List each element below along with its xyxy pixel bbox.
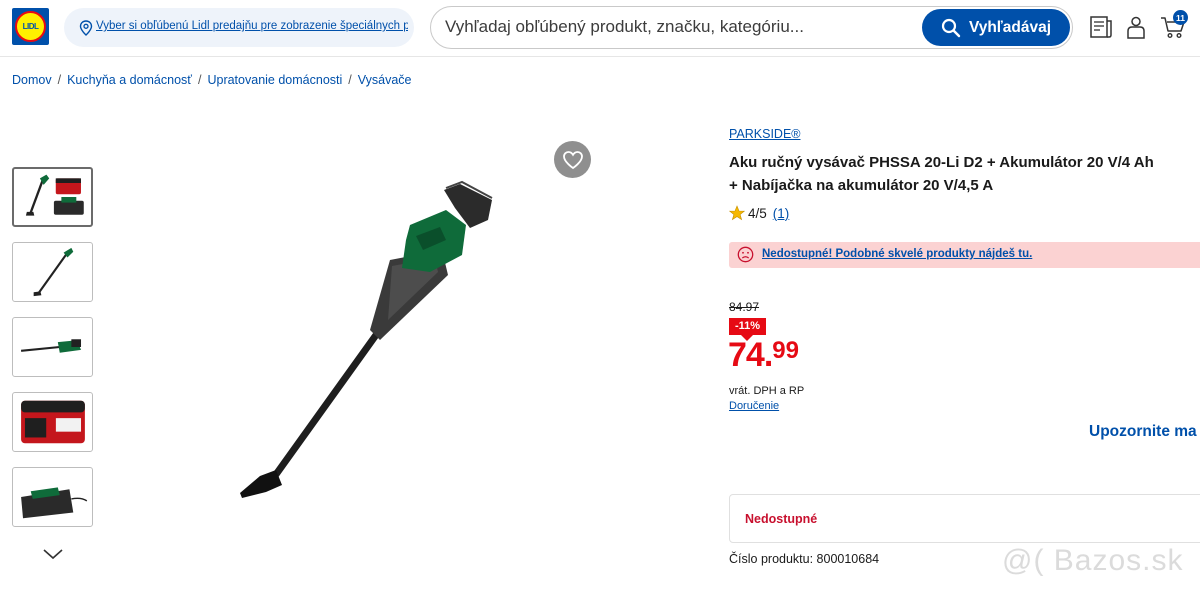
star-icon [729, 205, 745, 221]
chevron-down-icon[interactable] [42, 548, 64, 560]
review-count-link[interactable]: (1) [773, 206, 790, 221]
price-decimal: 99 [772, 337, 799, 364]
search-bar: Vyhľadávaj [430, 6, 1073, 49]
search-input[interactable] [445, 8, 915, 46]
vat-note: vrát. DPH a RP [729, 385, 805, 397]
availability-box: Nedostupné [729, 494, 1200, 543]
store-selector-label: Vyber si obľúbenú Lidl predajňu pre zobr… [96, 20, 408, 32]
breadcrumb-separator: / [57, 73, 62, 87]
wishlist-button[interactable] [554, 141, 591, 178]
heart-icon [562, 150, 583, 169]
vacuum-set-image [25, 174, 84, 216]
sad-face-icon [737, 246, 754, 263]
breadcrumb-cleaning[interactable]: Upratovanie domácnosti [207, 73, 342, 87]
product-title-line1: Aku ručný vysávač PHSSA 20-Li D2 + Akumu… [729, 154, 1154, 171]
logo-text: LIDL [22, 22, 39, 31]
similar-products-link[interactable]: Nedostupné! Podobné skvelé produkty nájd… [762, 248, 1032, 260]
unavailable-alert: Nedostupné! Podobné skvelé produkty nájd… [729, 242, 1200, 268]
lidl-logo[interactable]: LIDL [12, 8, 49, 45]
breadcrumb-vacuums[interactable]: Vysávače [358, 73, 412, 87]
cart-button[interactable]: 11 [1160, 10, 1188, 40]
search-icon [941, 18, 961, 37]
product-number: Číslo produktu: 800010684 [729, 552, 880, 566]
breadcrumb-home[interactable]: Domov [12, 73, 52, 87]
delivery-link[interactable]: Doručenie [729, 400, 779, 412]
breadcrumb-separator: / [348, 73, 352, 87]
thumbnail-vacuum-side[interactable] [12, 317, 93, 377]
discount-badge: -11% [729, 318, 766, 341]
old-price: 84.97 [729, 300, 760, 314]
thumbnail-vacuum-set[interactable] [12, 167, 93, 227]
notify-me-button[interactable]: Upozornite ma [1089, 423, 1197, 441]
vacuum-full-image [33, 247, 74, 297]
charger-image [21, 487, 88, 519]
store-selector[interactable]: Vyber si obľúbenú Lidl predajňu pre zobr… [64, 8, 414, 47]
product-title: Aku ručný vysávač PHSSA 20-Li D2 + Akumu… [729, 151, 1189, 197]
brand-link[interactable]: PARKSIDE® [729, 127, 801, 141]
search-button[interactable]: Vyhľadávaj [922, 9, 1070, 46]
account-icon[interactable] [1123, 14, 1149, 40]
thumbnail-charger[interactable] [12, 467, 93, 527]
rating-value: 4/5 [748, 205, 767, 221]
product-image [240, 180, 493, 498]
breadcrumb: Domov / Kuchyňa a domácnosť / Upratovanie do… [12, 73, 411, 87]
leaflet-icon[interactable] [1088, 14, 1114, 40]
bazos-watermark: @( Bazos.sk [1002, 544, 1184, 577]
availability-status: Nedostupné [745, 512, 818, 526]
breadcrumb-separator: / [197, 73, 202, 87]
product-title-line2: + Nabíjačka na akumulátor 20 V/4,5 A [729, 177, 994, 194]
vacuum-side-image [20, 339, 82, 353]
thumbnail-battery[interactable] [12, 392, 93, 452]
price-integer: 74. [728, 336, 773, 374]
current-price: 74.99 [728, 336, 799, 375]
site-header: LIDL Vyber si obľúbenú Lidl predajňu pre… [0, 0, 1200, 57]
battery-image [21, 400, 85, 444]
thumbnail-vacuum-full[interactable] [12, 242, 93, 302]
logo-ring: LIDL [15, 11, 46, 42]
store-pin-icon [79, 20, 93, 36]
cart-count-badge: 11 [1173, 10, 1188, 25]
search-button-label: Vyhľadávaj [968, 18, 1052, 36]
product-rating: 4/5 (1) [729, 205, 789, 221]
breadcrumb-kitchen[interactable]: Kuchyňa a domácnosť [67, 73, 192, 87]
